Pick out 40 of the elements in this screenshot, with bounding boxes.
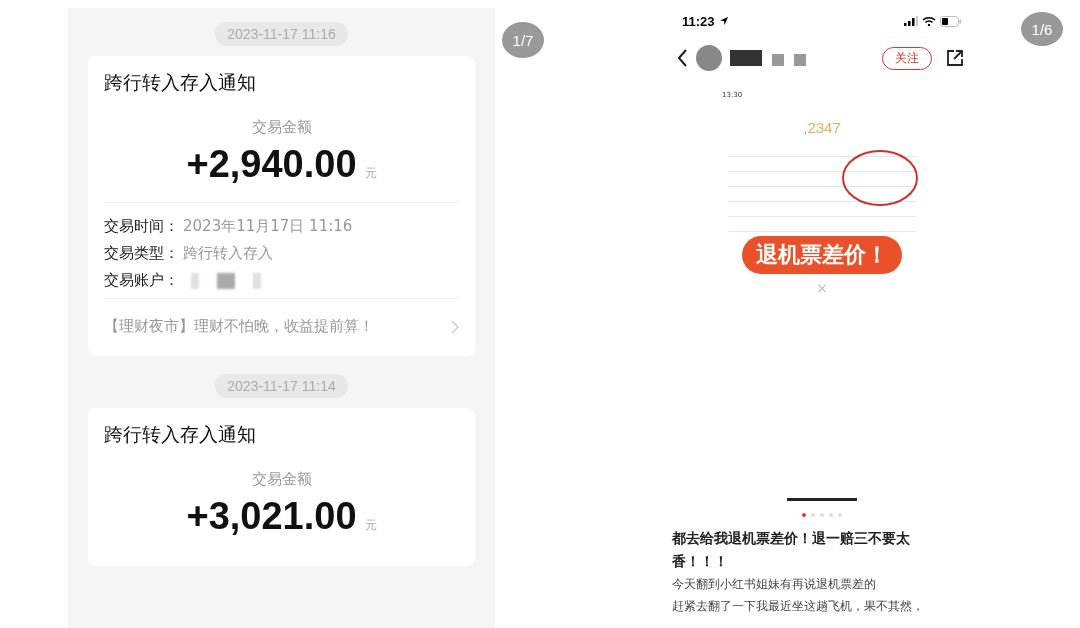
notification-card[interactable]: 跨行转入存入通知 交易金额 +3,021.00 元 bbox=[88, 408, 475, 566]
location-arrow-icon bbox=[718, 16, 729, 26]
close-mark: × bbox=[816, 280, 828, 296]
post-title: 都去给我退机票差价！退一赔三不要太香！！！ bbox=[672, 529, 911, 571]
follow-button[interactable]: 关注 bbox=[882, 46, 932, 70]
status-time: 11:23 bbox=[682, 13, 715, 29]
detail-value: 2023年11月17日 11:16 bbox=[183, 216, 353, 237]
currency: 元 bbox=[364, 517, 377, 534]
notification-card[interactable]: 跨行转入存入通知 交易金额 +2,940.00 元 交易时间： 2023年11月17日 11:16 交易类型： 跨行转入存入 交易账户： 【理财夜市】理财不怕晚，收益提前算！ bbox=[88, 56, 475, 356]
carousel-dot[interactable] bbox=[820, 513, 824, 517]
currency: 元 bbox=[364, 165, 377, 182]
timestamp: 2023-11-17 11:16 bbox=[215, 22, 348, 46]
page-counter: 1/6 bbox=[1021, 12, 1063, 46]
card-title: 跨行转入存入通知 bbox=[104, 70, 257, 95]
carousel-dot[interactable] bbox=[838, 513, 842, 517]
detail-label: 交易账户： bbox=[104, 270, 179, 291]
timestamp: 2023-11-17 11:14 bbox=[215, 374, 348, 398]
detail-value: 跨行转入存入 bbox=[183, 243, 273, 264]
card-title: 跨行转入存入通知 bbox=[104, 422, 257, 447]
amount: +3,021.00 bbox=[186, 495, 357, 538]
carousel-dot[interactable] bbox=[829, 513, 833, 517]
page-counter: 1/7 bbox=[502, 22, 544, 58]
price-total: ,2347 bbox=[803, 119, 841, 136]
amount-label: 交易金额 bbox=[250, 470, 313, 489]
sticker-label: 退机票差价！ bbox=[742, 236, 902, 274]
wifi-icon bbox=[922, 16, 936, 26]
battery-icon bbox=[940, 15, 962, 27]
carousel-dot[interactable] bbox=[811, 513, 815, 517]
amount-label: 交易金额 bbox=[250, 118, 313, 137]
avatar[interactable] bbox=[696, 45, 722, 71]
post-body-line: 今天翻到小红书姐妹有再说退机票差的 bbox=[672, 576, 877, 593]
post-body-line: 赶紧去翻了一下我最近坐这趟飞机，果不其然， bbox=[672, 598, 925, 615]
back-icon[interactable] bbox=[678, 49, 688, 67]
amount: +2,940.00 bbox=[186, 143, 357, 186]
share-icon[interactable] bbox=[946, 49, 964, 67]
signal-icon bbox=[904, 16, 918, 26]
detail-label: 交易类型： bbox=[104, 243, 179, 264]
carousel-dot[interactable] bbox=[802, 513, 806, 517]
detail-label: 交易时间： bbox=[104, 216, 179, 237]
chevron-icon bbox=[451, 319, 459, 334]
